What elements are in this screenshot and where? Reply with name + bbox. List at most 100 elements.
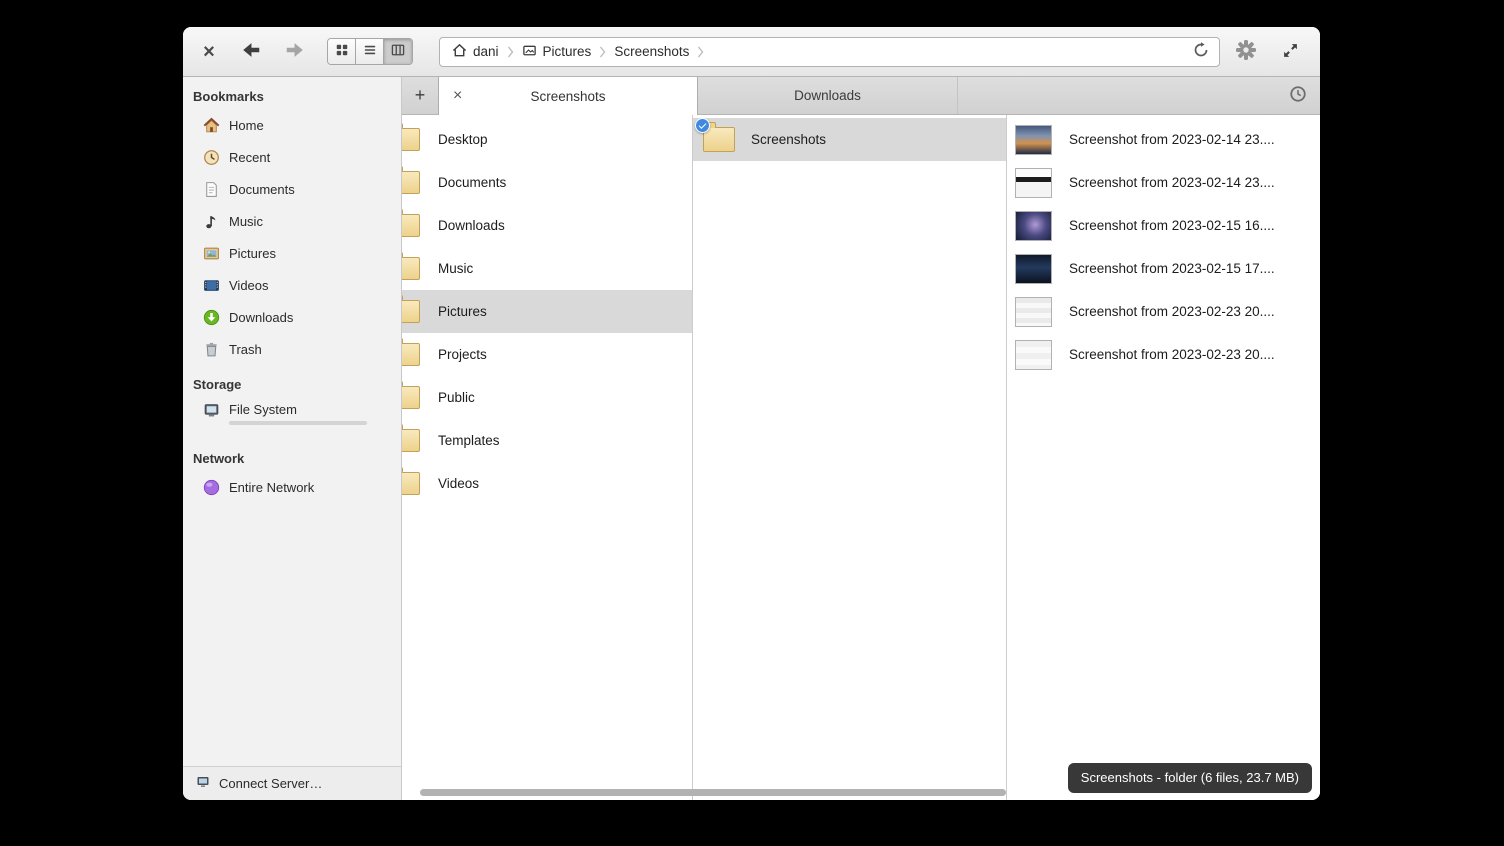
history-button[interactable] xyxy=(1276,77,1320,114)
breadcrumb-home[interactable]: dani xyxy=(444,38,507,66)
column-item-screenshots[interactable]: Screenshots xyxy=(693,118,1006,161)
column-item-desktop[interactable]: Desktop xyxy=(402,118,692,161)
folder-icon xyxy=(402,386,420,409)
refresh-button[interactable] xyxy=(1187,39,1215,65)
miller-columns: Desktop Documents Downloads Music xyxy=(402,115,1320,800)
sidebar-item-downloads[interactable]: Downloads xyxy=(183,301,401,333)
app-body: Bookmarks Home Recent Documents xyxy=(183,77,1320,800)
folder-icon xyxy=(402,214,420,237)
sidebar-item-pictures[interactable]: Pictures xyxy=(183,237,401,269)
sidebar-item-label: Trash xyxy=(229,342,262,357)
breadcrumb-pictures[interactable]: Pictures xyxy=(514,38,600,66)
sidebar-item-trash[interactable]: Trash xyxy=(183,333,401,365)
breadcrumb-label: dani xyxy=(473,44,499,59)
tab-downloads[interactable]: Downloads xyxy=(698,77,958,114)
sidebar-item-file-system[interactable]: File System xyxy=(183,397,401,439)
tab-label: Screenshots xyxy=(530,89,605,104)
item-label: Desktop xyxy=(438,132,488,147)
list-view-icon xyxy=(363,43,377,60)
folder-icon xyxy=(703,127,735,152)
sidebar-item-music[interactable]: Music xyxy=(183,205,401,237)
pictures-icon xyxy=(203,245,220,262)
file-manager-window: × xyxy=(183,27,1320,800)
item-label: Pictures xyxy=(438,304,487,319)
column-view-icon xyxy=(391,43,405,60)
column-pictures: Screenshots xyxy=(693,115,1007,800)
light-ui-thumbnail-2 xyxy=(1015,340,1052,370)
folder-icon xyxy=(402,171,420,194)
status-tooltip: Screenshots - folder (6 files, 23.7 MB) xyxy=(1068,763,1312,793)
column-item-templates[interactable]: Templates xyxy=(402,419,692,462)
window-close-button[interactable]: × xyxy=(195,38,223,66)
file-label: Screenshot from 2023-02-14 23.... xyxy=(1069,132,1275,147)
new-tab-button[interactable]: + xyxy=(402,77,438,114)
trash-icon xyxy=(203,341,220,358)
nebula-thumbnail xyxy=(1015,211,1052,241)
item-label: Templates xyxy=(438,433,500,448)
downloads-icon xyxy=(203,309,220,326)
file-row[interactable]: Screenshot from 2023-02-15 17.... xyxy=(1007,247,1320,290)
bookmarks-heading: Bookmarks xyxy=(183,77,401,109)
sidebar-item-label: Pictures xyxy=(229,246,276,261)
grid-view-button[interactable] xyxy=(328,39,356,64)
item-label: Screenshots xyxy=(751,132,826,147)
recent-icon xyxy=(203,149,220,166)
item-label: Downloads xyxy=(438,218,505,233)
sidebar-item-entire-network[interactable]: Entire Network xyxy=(183,471,401,503)
file-label: Screenshot from 2023-02-23 20.... xyxy=(1069,304,1275,319)
back-button[interactable] xyxy=(235,36,267,68)
tab-close-icon[interactable]: × xyxy=(453,88,462,104)
home-icon xyxy=(203,117,220,134)
server-icon xyxy=(195,774,211,793)
column-item-pictures[interactable]: Pictures xyxy=(402,290,692,333)
sidebar-item-label: Videos xyxy=(229,278,269,293)
column-item-projects[interactable]: Projects xyxy=(402,333,692,376)
tab-label: Downloads xyxy=(794,88,861,103)
file-row[interactable]: Screenshot from 2023-02-23 20.... xyxy=(1007,333,1320,376)
column-item-public[interactable]: Public xyxy=(402,376,692,419)
column-item-music[interactable]: Music xyxy=(402,247,692,290)
horizontal-scrollbar-thumb[interactable] xyxy=(420,789,1006,796)
view-switcher xyxy=(327,38,413,65)
column-item-documents[interactable]: Documents xyxy=(402,161,692,204)
file-row[interactable]: Screenshot from 2023-02-15 16.... xyxy=(1007,204,1320,247)
file-label: Screenshot from 2023-02-14 23.... xyxy=(1069,175,1275,190)
connect-server-label: Connect Server… xyxy=(219,776,322,791)
tab-screenshots[interactable]: × Screenshots xyxy=(438,77,698,115)
dark-desktop-thumbnail xyxy=(1015,254,1052,284)
list-view-button[interactable] xyxy=(356,39,384,64)
settings-button[interactable] xyxy=(1228,34,1264,70)
music-icon xyxy=(203,213,220,230)
file-label: Screenshot from 2023-02-15 16.... xyxy=(1069,218,1275,233)
item-label: Music xyxy=(438,261,473,276)
sidebar-item-label: Documents xyxy=(229,182,295,197)
sidebar-item-videos[interactable]: Videos xyxy=(183,269,401,301)
sidebar-item-home[interactable]: Home xyxy=(183,109,401,141)
expand-icon xyxy=(1282,42,1299,62)
sidebar-item-recent[interactable]: Recent xyxy=(183,141,401,173)
tab-bar: + × Screenshots Downloads xyxy=(402,77,1320,115)
item-label: Documents xyxy=(438,175,506,190)
path-bar[interactable]: dani Pictures Screenshots xyxy=(439,37,1220,67)
folder-icon xyxy=(402,472,420,495)
column-item-downloads[interactable]: Downloads xyxy=(402,204,692,247)
breadcrumb-label: Screenshots xyxy=(614,44,689,59)
sidebar-item-label: Downloads xyxy=(229,310,293,325)
pictures-icon xyxy=(522,43,537,61)
header-bar: × xyxy=(183,27,1320,77)
sidebar-item-label: Entire Network xyxy=(229,480,314,495)
file-row[interactable]: Screenshot from 2023-02-23 20.... xyxy=(1007,290,1320,333)
fullscreen-button[interactable] xyxy=(1272,34,1308,70)
column-view-button[interactable] xyxy=(384,39,412,64)
chevron-right-icon xyxy=(697,45,704,59)
white-page-dark-bar-thumbnail xyxy=(1015,168,1052,198)
file-row[interactable]: Screenshot from 2023-02-14 23.... xyxy=(1007,161,1320,204)
column-item-videos[interactable]: Videos xyxy=(402,462,692,505)
drive-icon xyxy=(203,402,220,419)
breadcrumb-screenshots[interactable]: Screenshots xyxy=(606,38,697,66)
file-row[interactable]: Screenshot from 2023-02-14 23.... xyxy=(1007,118,1320,161)
folder-icon xyxy=(402,429,420,452)
forward-button[interactable] xyxy=(279,36,311,68)
connect-server-button[interactable]: Connect Server… xyxy=(183,766,401,800)
sidebar-item-documents[interactable]: Documents xyxy=(183,173,401,205)
